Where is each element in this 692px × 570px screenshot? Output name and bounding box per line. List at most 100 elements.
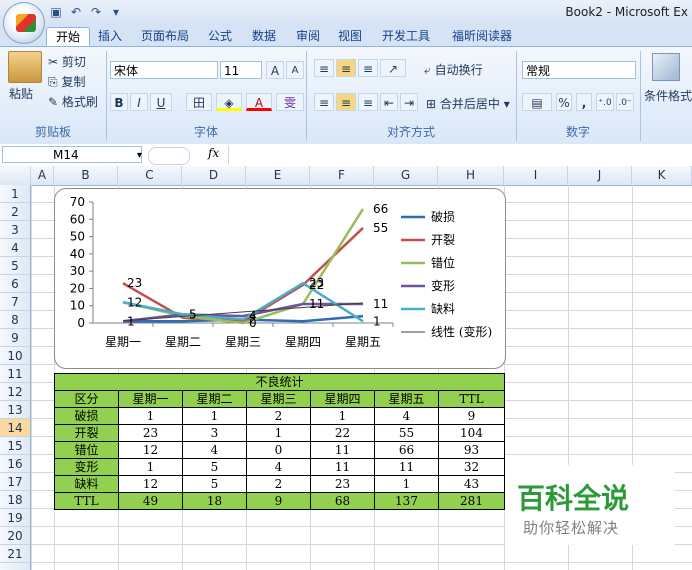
formula-bar-expand[interactable] — [148, 147, 190, 165]
conditional-format-icon[interactable] — [652, 53, 680, 81]
shrink-font-button[interactable]: A — [286, 61, 304, 79]
table-cell[interactable]: 9 — [246, 492, 311, 510]
table-cell[interactable]: 1 — [118, 458, 183, 476]
table-cell[interactable]: 137 — [374, 492, 439, 510]
table-cell[interactable]: 缺料 — [54, 475, 119, 493]
column-header[interactable]: E — [246, 166, 310, 185]
align-middle-button[interactable]: ≡ — [336, 59, 356, 77]
table-cell[interactable]: 1 — [182, 407, 247, 425]
table-cell[interactable]: 11 — [310, 441, 375, 459]
tab-foxit-reader[interactable]: 福昕阅读器 — [446, 27, 518, 46]
font-name-select[interactable]: 宋体 — [110, 61, 218, 79]
office-button[interactable] — [3, 2, 45, 44]
row-header[interactable]: 11 — [0, 365, 30, 383]
align-bottom-button[interactable]: ≡ — [358, 59, 378, 77]
row-header[interactable]: 7 — [0, 293, 30, 311]
column-header[interactable]: A — [31, 166, 54, 185]
grow-font-button[interactable]: A — [266, 61, 284, 79]
table-cell[interactable]: 68 — [310, 492, 375, 510]
tab-home[interactable]: 开始 — [46, 27, 90, 47]
row-header[interactable]: 19 — [0, 509, 30, 527]
column-header[interactable]: C — [118, 166, 182, 185]
row-header[interactable]: 16 — [0, 455, 30, 473]
percent-button[interactable]: % — [556, 93, 572, 111]
table-cell[interactable]: 2 — [246, 407, 311, 425]
accounting-format-button[interactable]: ▤ — [522, 93, 552, 111]
table-cell[interactable]: TTL — [54, 492, 119, 510]
align-top-button[interactable]: ≡ — [314, 59, 334, 77]
cut-button[interactable]: ✂ 剪切 — [48, 53, 86, 70]
merge-center-button[interactable]: ⊞ 合并后居中 ▾ — [426, 95, 510, 112]
table-cell[interactable]: 5 — [182, 475, 247, 493]
row-header[interactable]: 20 — [0, 527, 30, 545]
paste-icon[interactable] — [8, 51, 42, 83]
row-header[interactable]: 1 — [0, 185, 30, 203]
row-header[interactable]: 6 — [0, 275, 30, 293]
table-cell[interactable]: 66 — [374, 441, 439, 459]
row-header[interactable]: 15 — [0, 437, 30, 455]
table-header-cell[interactable]: 星期一 — [118, 390, 183, 408]
table-header-cell[interactable]: TTL — [438, 390, 505, 408]
row-header[interactable]: 5 — [0, 257, 30, 275]
column-header[interactable]: J — [568, 166, 632, 185]
row-header[interactable]: 9 — [0, 329, 30, 347]
table-cell[interactable]: 281 — [438, 492, 505, 510]
table-cell[interactable]: 1 — [374, 475, 439, 493]
row-header[interactable]: 8 — [0, 311, 30, 329]
tab-formulas[interactable]: 公式 — [202, 27, 238, 46]
table-cell[interactable]: 23 — [118, 424, 183, 442]
row-header[interactable]: 21 — [0, 545, 30, 563]
fx-icon[interactable]: fx — [208, 146, 219, 160]
table-cell[interactable]: 错位 — [54, 441, 119, 459]
table-header-cell[interactable]: 星期五 — [374, 390, 439, 408]
align-right-button[interactable]: ≡ — [358, 93, 378, 111]
italic-button[interactable]: I — [130, 93, 148, 111]
tab-developer[interactable]: 开发工具 — [374, 27, 438, 46]
table-header-cell[interactable]: 星期二 — [182, 390, 247, 408]
table-cell[interactable]: 55 — [374, 424, 439, 442]
decrease-decimal-button[interactable]: .0⁻ — [616, 93, 634, 111]
formula-input[interactable] — [228, 146, 692, 164]
table-header-cell[interactable]: 星期三 — [246, 390, 311, 408]
column-header[interactable]: B — [54, 166, 118, 185]
orientation-button[interactable]: ↗ — [380, 59, 406, 77]
column-header[interactable]: G — [374, 166, 438, 185]
table-cell[interactable]: 4 — [374, 407, 439, 425]
table-cell[interactable]: 23 — [310, 475, 375, 493]
bold-button[interactable]: B — [110, 93, 128, 111]
dropdown-icon[interactable]: ▾ — [137, 147, 142, 164]
wrap-text-button[interactable]: ⤶ 自动换行 — [424, 61, 483, 78]
table-cell[interactable]: 93 — [438, 441, 505, 459]
customize-qat-icon[interactable]: ▾ — [108, 4, 124, 20]
row-header[interactable]: 12 — [0, 383, 30, 401]
table-cell[interactable]: 2 — [246, 475, 311, 493]
increase-decimal-button[interactable]: ⁺.0 — [596, 93, 614, 111]
table-header-cell[interactable]: 星期四 — [310, 390, 375, 408]
redo-icon[interactable]: ↷ — [88, 4, 104, 20]
table-cell[interactable]: 9 — [438, 407, 505, 425]
align-left-button[interactable]: ≡ — [314, 93, 334, 111]
table-header-cell[interactable]: 区分 — [54, 390, 119, 408]
table-title[interactable]: 不良统计 — [54, 373, 505, 391]
align-center-button[interactable]: ≡ — [336, 93, 356, 111]
series-line-1[interactable] — [122, 227, 364, 323]
tab-insert[interactable]: 插入 — [92, 27, 128, 46]
phonetic-button[interactable]: 雯 — [276, 93, 304, 111]
table-cell[interactable]: 开裂 — [54, 424, 119, 442]
paste-button[interactable]: 粘贴 — [9, 85, 33, 102]
table-cell[interactable]: 5 — [182, 458, 247, 476]
table-cell[interactable]: 1 — [118, 407, 183, 425]
table-cell[interactable]: 0 — [246, 441, 311, 459]
table-cell[interactable]: 破损 — [54, 407, 119, 425]
underline-button[interactable]: U — [150, 93, 172, 111]
column-header[interactable]: I — [504, 166, 568, 185]
table-cell[interactable]: 变形 — [54, 458, 119, 476]
column-header[interactable]: F — [310, 166, 374, 185]
row-header[interactable]: 4 — [0, 239, 30, 257]
table-cell[interactable]: 1 — [246, 424, 311, 442]
row-header[interactable]: 10 — [0, 347, 30, 365]
table-cell[interactable]: 12 — [118, 441, 183, 459]
row-header[interactable]: 18 — [0, 491, 30, 509]
row-header[interactable]: 13 — [0, 401, 30, 419]
fill-color-button[interactable]: ◈ — [216, 93, 242, 111]
